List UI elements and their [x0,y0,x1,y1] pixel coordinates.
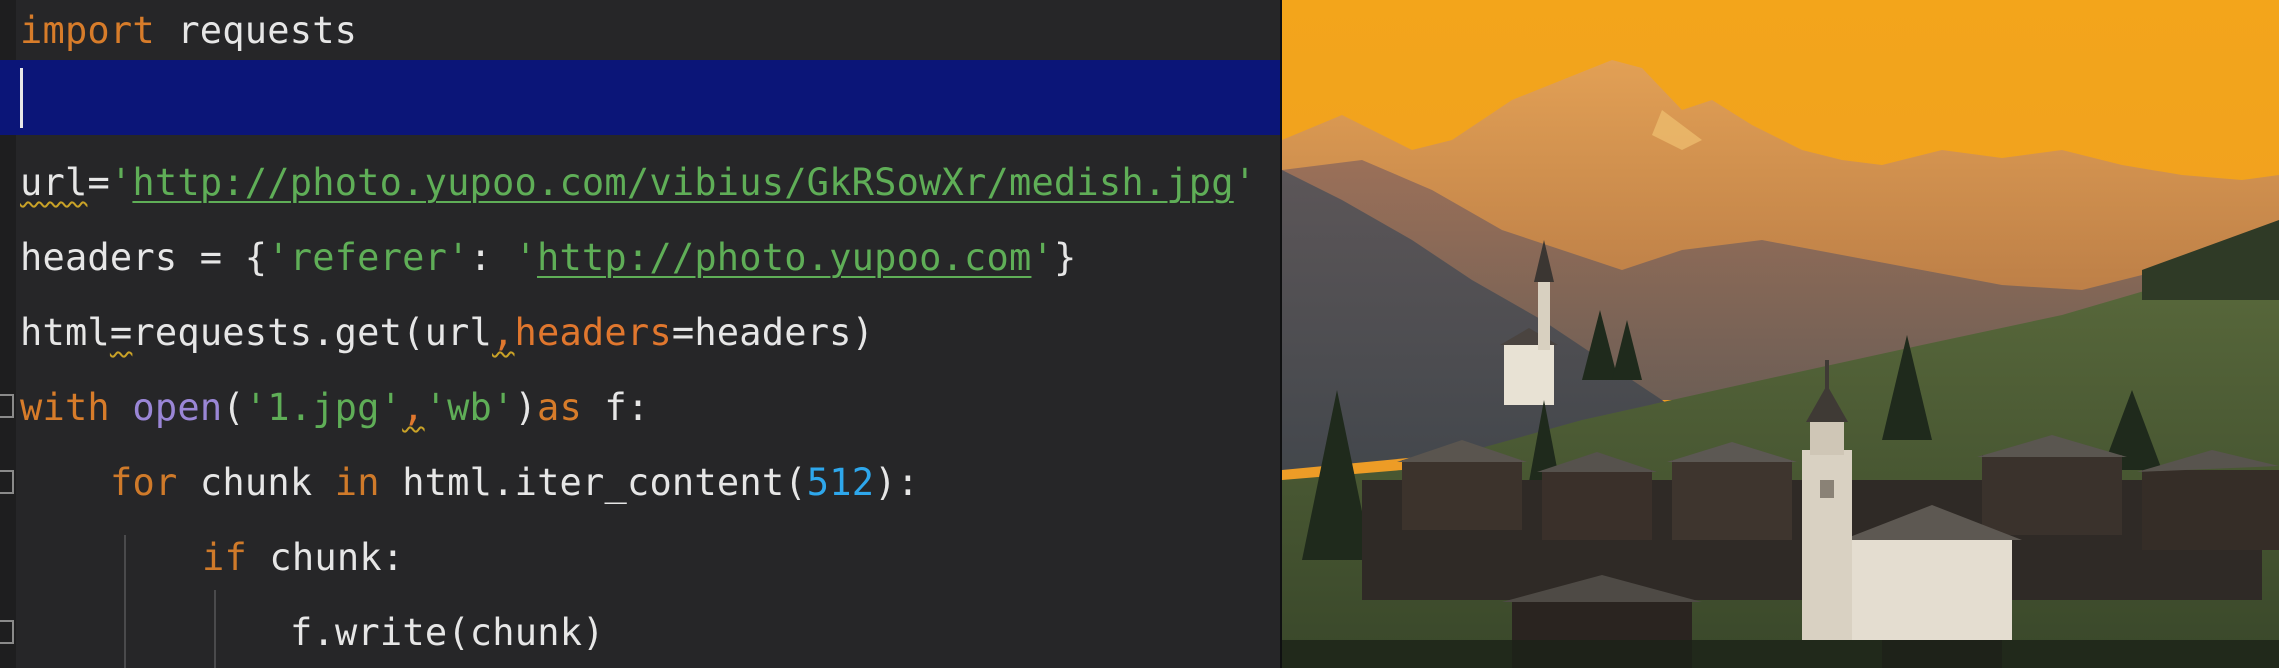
code-text: requests [154,9,358,52]
code-text: html.iter_content( [379,461,807,504]
code-line-5[interactable]: html=requests.get(url,headers=headers) [20,305,874,361]
code-text: = [87,161,110,204]
keyword: if [202,536,247,579]
code-text: ): [874,461,920,504]
string-quote: ' [1233,161,1257,204]
code-text: f: [581,386,650,429]
code-line-6[interactable]: with open('1.jpg','wb')as f: [20,380,649,436]
code-line-9[interactable]: f.write(chunk) [290,605,605,661]
code-line-8[interactable]: if chunk: [202,530,404,586]
code-text: ( [222,386,245,429]
keyword: in [334,461,380,504]
code-text: , [402,386,425,429]
code-line-4[interactable]: headers = {'referer': 'http://photo.yupo… [20,230,1076,286]
keyword: import [20,9,155,52]
url-link[interactable]: http://photo.yupoo.com/vibius/GkRSowXr/m… [132,161,1233,204]
url-link[interactable]: http://photo.yupoo.com [537,236,1031,279]
fold-marker-icon[interactable] [0,470,14,494]
code-text: : [469,236,515,279]
landscape-photo [1282,0,2279,668]
code-text: chunk [177,461,335,504]
code-line-1[interactable]: import requests [20,3,357,59]
code-text: =headers) [671,311,875,354]
string-literal: 'referer' [267,236,470,279]
keyword: as [537,386,582,429]
code-text: } [1053,236,1077,279]
alpine-village-image [1282,0,2279,668]
code-text: = [109,311,133,354]
keyword: for [110,461,178,504]
fold-marker-icon[interactable] [0,394,14,418]
code-text: , [492,311,515,354]
number-literal: 512 [806,461,875,504]
current-line-highlight [0,60,1280,135]
fold-marker-icon[interactable] [0,620,14,644]
foreground [1282,640,2279,668]
builtin-function: open [132,386,223,429]
code-line-3[interactable]: url='http://photo.yupoo.com/vibius/GkRSo… [20,155,1256,211]
code-text: chunk: [246,536,405,579]
code-text: requests.get(url [132,311,493,354]
string-quote: ' [109,161,133,204]
code-text: url [20,161,88,204]
code-text: f.write(chunk) [290,611,605,654]
indent-guide [124,535,126,668]
code-text: headers = { [20,236,268,279]
string-literal: '1.jpg' [244,386,403,429]
code-text: html [20,311,110,354]
text-cursor [20,68,23,128]
string-quote: ' [514,236,537,279]
code-text: ) [514,386,537,429]
keyword: with [20,386,110,429]
string-literal: 'wb' [424,386,515,429]
string-quote: ' [1031,236,1054,279]
code-line-7[interactable]: for chunk in html.iter_content(512): [110,455,919,511]
parameter-name: headers [514,311,672,354]
indent-guide [214,590,216,668]
code-editor[interactable]: import requests url='http://photo.yupoo.… [0,0,1280,668]
